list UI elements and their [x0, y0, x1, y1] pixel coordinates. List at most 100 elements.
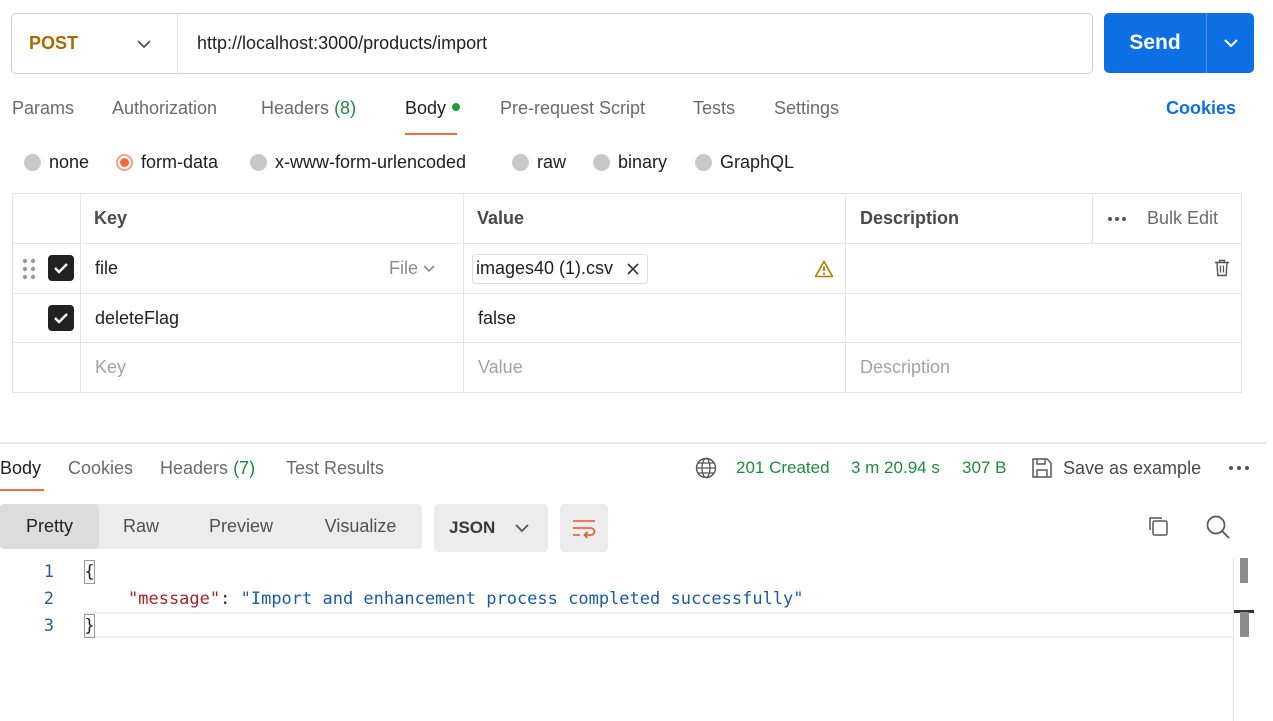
- save-icon: [1032, 458, 1052, 478]
- wrap-lines-icon: [573, 520, 596, 539]
- more-options-icon[interactable]: [1228, 465, 1250, 471]
- drag-handle-icon[interactable]: [22, 257, 36, 281]
- new-key-input[interactable]: Key: [80, 343, 463, 392]
- value-cell[interactable]: false: [463, 294, 845, 342]
- key-cell[interactable]: file File: [80, 244, 463, 293]
- new-value-input[interactable]: Value: [463, 343, 845, 392]
- line-number: 3: [43, 615, 54, 636]
- radio-label: GraphQL: [720, 152, 795, 172]
- chevron-down-icon: [423, 264, 435, 272]
- response-size[interactable]: 307 B: [962, 458, 1006, 478]
- search-icon[interactable]: [1205, 514, 1231, 540]
- tab-authorization[interactable]: Authorization: [112, 98, 217, 119]
- format-preview[interactable]: Preview: [183, 504, 299, 549]
- response-tab-body[interactable]: Body: [0, 458, 41, 479]
- format-raw[interactable]: Raw: [99, 504, 183, 549]
- description-cell[interactable]: [845, 294, 1241, 342]
- bulk-edit-link[interactable]: Bulk Edit: [1147, 208, 1218, 229]
- chevron-down-icon: [137, 40, 151, 49]
- send-options-button[interactable]: [1207, 13, 1254, 73]
- language-label: JSON: [449, 518, 496, 537]
- editor-scroll-track: [1233, 558, 1234, 721]
- trash-icon[interactable]: [1214, 259, 1230, 277]
- chevron-down-icon: [515, 524, 529, 533]
- radio-binary[interactable]: binary: [593, 152, 667, 173]
- url-input[interactable]: http://localhost:3000/products/import: [178, 33, 487, 54]
- scrollbar-thumb[interactable]: [1240, 612, 1249, 637]
- tab-pre-request-script[interactable]: Pre-request Script: [500, 98, 645, 119]
- tab-settings[interactable]: Settings: [774, 98, 839, 119]
- active-response-tab-indicator: [0, 489, 44, 491]
- code-line: 1 {: [0, 558, 1234, 585]
- table-header-row: Key Value Description Bulk Edit: [13, 194, 1241, 244]
- tab-label: Params: [12, 98, 75, 118]
- radio-x-www-form-urlencoded[interactable]: x-www-form-urlencoded: [250, 152, 466, 173]
- description-column-header: Description: [845, 194, 1092, 243]
- check-icon: [54, 313, 68, 324]
- more-options-icon[interactable]: [1107, 216, 1127, 222]
- json-key: "message": [128, 588, 221, 609]
- key-type-label: File: [389, 258, 419, 278]
- format-pretty[interactable]: Pretty: [0, 504, 99, 549]
- code-line: 3 }: [0, 612, 1234, 639]
- value-text: false: [478, 307, 517, 328]
- radio-label: binary: [618, 152, 668, 172]
- chevron-down-icon: [1223, 39, 1238, 48]
- save-as-example-button[interactable]: Save as example: [1063, 458, 1201, 479]
- globe-icon[interactable]: [695, 457, 717, 479]
- tab-tests[interactable]: Tests: [693, 98, 735, 119]
- send-button[interactable]: Send: [1104, 13, 1207, 73]
- radio-circle: [695, 154, 712, 171]
- key-cell[interactable]: deleteFlag: [80, 294, 463, 342]
- key-type-select[interactable]: File: [389, 258, 436, 279]
- language-select[interactable]: JSON: [434, 504, 548, 552]
- radio-circle: [512, 154, 529, 171]
- file-name: images40 (1).csv: [476, 258, 614, 278]
- close-icon[interactable]: [627, 262, 639, 275]
- value-column-header: Value: [463, 194, 845, 243]
- response-tab-test-results[interactable]: Test Results: [286, 458, 384, 479]
- active-tab-indicator: [405, 133, 457, 135]
- tab-label: Authorization: [112, 98, 218, 118]
- tab-params[interactable]: Params: [12, 98, 74, 119]
- close-brace: }: [84, 613, 95, 638]
- radio-none[interactable]: none: [24, 152, 89, 173]
- radio-form-data[interactable]: form-data: [116, 152, 218, 173]
- radio-label: none: [49, 152, 90, 172]
- tab-label: Headers: [160, 458, 229, 478]
- new-description-input[interactable]: Description: [845, 343, 1241, 392]
- tab-body[interactable]: Body: [405, 98, 461, 119]
- radio-circle-selected: [116, 154, 133, 171]
- tab-label: Tests: [693, 98, 736, 118]
- warning-icon[interactable]: [814, 260, 834, 278]
- method-select[interactable]: POST: [12, 14, 178, 73]
- format-visualize[interactable]: Visualize: [299, 504, 422, 549]
- request-tabs: Params Authorization Headers (8) Body Pr…: [12, 98, 1242, 135]
- wrap-lines-button[interactable]: [560, 504, 608, 552]
- scrollbar-thumb[interactable]: [1240, 558, 1248, 583]
- open-brace: {: [84, 559, 95, 584]
- description-cell[interactable]: [845, 244, 1241, 293]
- table-row: file File images40 (1).csv: [13, 244, 1241, 294]
- form-data-table: Key Value Description Bulk Edit file Fil…: [12, 193, 1242, 393]
- status-code[interactable]: 201 Created: [736, 458, 830, 478]
- tab-label: Body: [405, 98, 447, 118]
- response-tab-headers[interactable]: Headers (7): [160, 458, 255, 479]
- modified-dot-icon: [452, 103, 461, 112]
- response-tab-cookies[interactable]: Cookies: [68, 458, 133, 479]
- copy-icon[interactable]: [1146, 514, 1170, 538]
- key-text: deleteFlag: [95, 307, 180, 328]
- bulk-edit-area: Bulk Edit: [1092, 194, 1241, 243]
- key-text: file: [95, 258, 119, 278]
- value-cell[interactable]: images40 (1).csv: [463, 244, 845, 293]
- response-time[interactable]: 3 m 20.94 s: [851, 458, 940, 478]
- row-enabled-checkbox[interactable]: [48, 305, 74, 331]
- radio-graphql[interactable]: GraphQL: [695, 152, 794, 173]
- pane-divider[interactable]: [0, 442, 1266, 444]
- radio-raw[interactable]: raw: [512, 152, 566, 173]
- tab-label: Headers: [261, 98, 330, 118]
- tab-headers[interactable]: Headers (8): [261, 98, 356, 119]
- radio-label: raw: [537, 152, 567, 172]
- row-enabled-checkbox[interactable]: [48, 255, 74, 281]
- cookies-link[interactable]: Cookies: [1166, 98, 1236, 119]
